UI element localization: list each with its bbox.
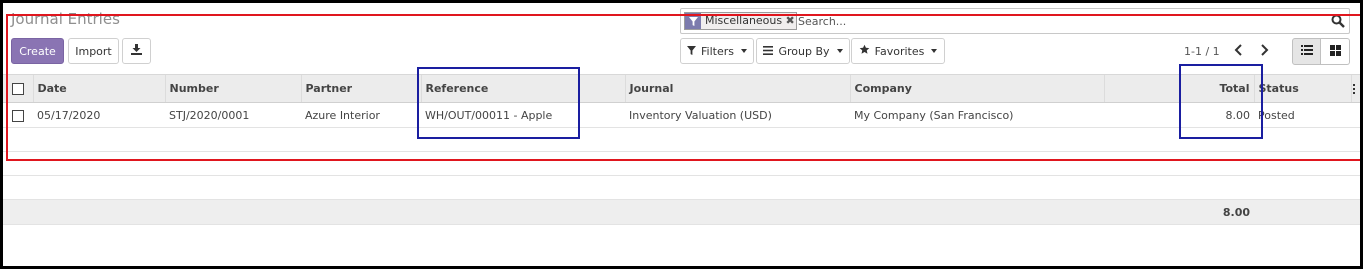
create-button[interactable]: Create xyxy=(11,38,64,64)
empty-row xyxy=(3,127,1360,152)
filters-button[interactable]: Filters xyxy=(680,38,754,64)
row-checkbox[interactable] xyxy=(12,109,24,122)
footer-spacer xyxy=(3,199,1104,225)
column-header-partner[interactable]: Partner xyxy=(300,74,421,103)
cell-status: Posted xyxy=(1254,102,1351,128)
cell-journal: Inventory Valuation (USD) xyxy=(625,102,850,128)
app-frame: Journal Entries Miscellaneous ✖ Create I… xyxy=(3,3,1360,266)
bars-icon xyxy=(763,45,774,58)
filter-icon xyxy=(685,13,701,29)
filter-icon xyxy=(687,45,696,58)
download-icon xyxy=(131,44,142,58)
chevron-right-icon[interactable] xyxy=(1257,42,1271,58)
column-header-date[interactable]: Date xyxy=(32,74,165,103)
page-title: Journal Entries xyxy=(11,10,120,28)
chevron-down-icon xyxy=(836,49,843,53)
download-button[interactable] xyxy=(122,38,151,64)
column-header-reference[interactable]: Reference xyxy=(420,74,625,103)
empty-row xyxy=(3,151,1360,176)
search-facet: Miscellaneous ✖ xyxy=(684,12,798,30)
chevron-down-icon xyxy=(931,49,938,53)
search-input[interactable] xyxy=(798,12,1318,30)
column-header-company[interactable]: Company xyxy=(849,74,1104,103)
column-header-number[interactable]: Number xyxy=(164,74,301,103)
select-all-checkbox[interactable] xyxy=(12,83,24,95)
favorites-label: Favorites xyxy=(874,44,925,58)
ellipsis-vertical-icon xyxy=(1352,84,1355,94)
table-row[interactable]: 05/17/2020 STJ/2020/0001 Azure Interior … xyxy=(3,102,1360,128)
table-header-row: Date Number Partner Reference Journal Co… xyxy=(3,74,1360,103)
group-by-button[interactable]: Group By xyxy=(756,38,850,64)
favorites-button[interactable]: Favorites xyxy=(851,38,945,64)
filters-label: Filters xyxy=(701,44,734,58)
footer-total: 8.00 xyxy=(1104,199,1254,225)
column-header-status[interactable]: Status xyxy=(1253,74,1351,103)
cell-spacer xyxy=(1351,102,1360,128)
list-view-button[interactable] xyxy=(1292,38,1321,65)
list-icon xyxy=(1300,45,1313,58)
chevron-left-icon[interactable] xyxy=(1232,42,1246,58)
cell-partner: Azure Interior xyxy=(301,102,421,128)
select-all-cell[interactable] xyxy=(3,74,33,103)
cell-company: My Company (San Francisco) xyxy=(850,102,1104,128)
footer-spacer xyxy=(1254,199,1360,225)
cell-total: 8.00 xyxy=(1104,102,1254,128)
empty-row xyxy=(3,175,1360,200)
chevron-down-icon xyxy=(740,49,747,53)
pager-value[interactable]: 1-1 / 1 xyxy=(1184,45,1220,58)
search-bar[interactable]: Miscellaneous ✖ xyxy=(680,8,1350,34)
optional-columns-toggle[interactable] xyxy=(1350,74,1360,103)
cell-reference: WH/OUT/00011 - Apple xyxy=(421,102,625,128)
cell-number: STJ/2020/0001 xyxy=(165,102,301,128)
journal-entries-table: Date Number Partner Reference Journal Co… xyxy=(3,74,1360,225)
kanban-view-button[interactable] xyxy=(1321,38,1350,65)
table-footer-row: 8.00 xyxy=(3,199,1360,225)
group-by-label: Group By xyxy=(778,44,830,58)
search-icon[interactable] xyxy=(1331,14,1345,28)
facet-remove-icon[interactable]: ✖ xyxy=(784,13,796,29)
column-header-total[interactable]: Total xyxy=(1103,74,1254,103)
grid-icon xyxy=(1329,44,1341,59)
star-icon xyxy=(859,44,870,58)
row-select-cell[interactable] xyxy=(3,102,33,128)
column-header-journal[interactable]: Journal xyxy=(624,74,850,103)
import-button[interactable]: Import xyxy=(68,38,119,64)
facet-label: Miscellaneous xyxy=(705,14,783,27)
cell-date: 05/17/2020 xyxy=(33,102,165,128)
